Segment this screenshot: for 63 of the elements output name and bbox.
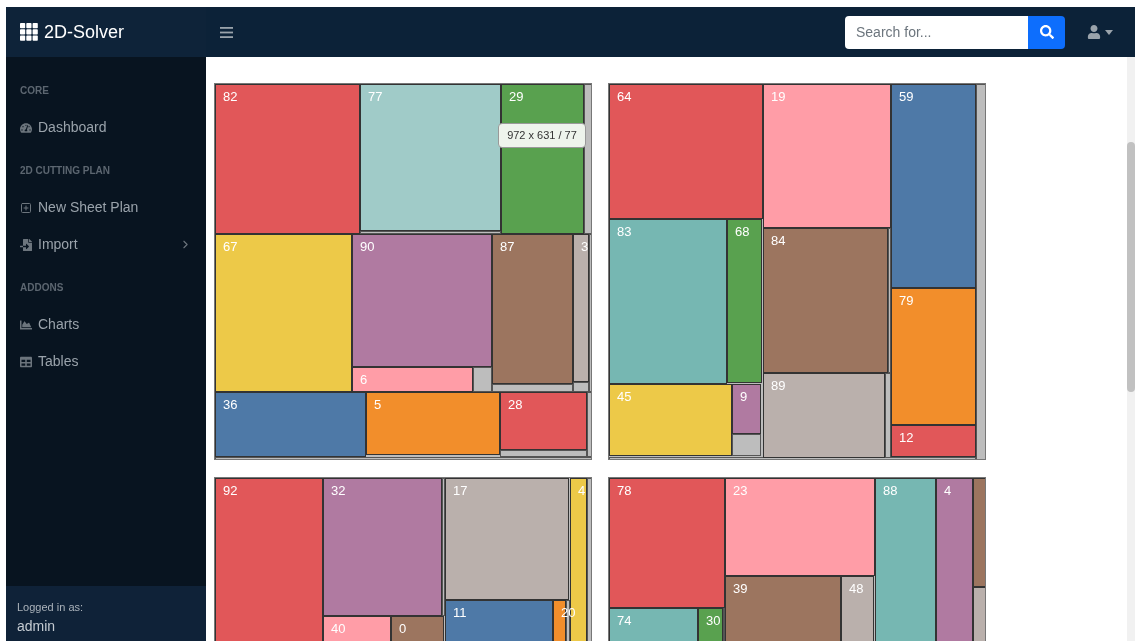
piece-label: 19 bbox=[771, 89, 786, 105]
piece-label: 17 bbox=[453, 483, 468, 499]
piece-label: 29 bbox=[509, 89, 524, 105]
piece-label: 77 bbox=[368, 89, 383, 105]
piece-label: 82 bbox=[223, 89, 238, 105]
piece-label: 0 bbox=[399, 621, 407, 637]
search-field[interactable]: Search for... bbox=[845, 15, 1028, 49]
piece-label: 89 bbox=[771, 378, 786, 394]
sidebar-heading: ADDONS bbox=[19, 281, 65, 295]
sidebar-heading: CORE bbox=[19, 84, 50, 98]
piece-label: 39 bbox=[733, 581, 748, 597]
piece-label: 6 bbox=[360, 372, 368, 388]
piece-label: 64 bbox=[617, 89, 632, 105]
piece-label: 3 bbox=[581, 239, 589, 255]
user-icon bbox=[1087, 25, 1101, 39]
plus-square-icon bbox=[20, 201, 32, 214]
piece-label: 11 bbox=[453, 605, 467, 621]
piece-label: 78 bbox=[617, 483, 632, 499]
sidebar-label: New Sheet Plan bbox=[38, 198, 139, 217]
piece-label: 68 bbox=[735, 224, 750, 240]
piece-label: 90 bbox=[360, 239, 375, 255]
user-name: admin bbox=[17, 616, 57, 636]
piece-label: 9 bbox=[740, 389, 748, 405]
sidebar-item[interactable]: Dashboard bbox=[6, 106, 206, 149]
sidebar-label: Tables bbox=[38, 352, 79, 371]
area-chart-icon bbox=[20, 318, 32, 331]
piece-label: 74 bbox=[617, 613, 632, 629]
sidebar-label: Import bbox=[38, 235, 78, 254]
user-menu-button[interactable] bbox=[1087, 25, 1113, 39]
grid-icon bbox=[20, 23, 38, 41]
sidebar-heading: 2D CUTTING PLAN bbox=[19, 164, 111, 178]
scrollbar[interactable] bbox=[1127, 57, 1135, 641]
piece-label: 5 bbox=[374, 397, 382, 413]
piece-label: 92 bbox=[223, 483, 238, 499]
file-icon bbox=[20, 238, 32, 251]
piece-label: 67 bbox=[223, 239, 238, 255]
piece-label: 48 bbox=[849, 581, 864, 597]
caret-icon bbox=[1105, 29, 1113, 35]
piece-label: 84 bbox=[771, 233, 786, 249]
piece-label: 12 bbox=[899, 430, 914, 446]
gauge-icon bbox=[20, 121, 32, 134]
piece-label: 87 bbox=[500, 239, 515, 255]
piece-label: 30 bbox=[706, 613, 721, 629]
search-button[interactable] bbox=[1028, 15, 1065, 49]
sidebar-label: Charts bbox=[38, 315, 80, 334]
footer-label: Logged in as: bbox=[17, 600, 85, 615]
piece-label: 45 bbox=[617, 389, 632, 405]
sidebar-label: Dashboard bbox=[38, 118, 107, 137]
piece-label: 36 bbox=[223, 397, 238, 413]
piece-label: 28 bbox=[508, 397, 523, 413]
table-icon bbox=[20, 355, 32, 368]
piece-label: 32 bbox=[331, 483, 346, 499]
piece-label: 79 bbox=[899, 293, 914, 309]
search-icon bbox=[1039, 25, 1054, 39]
piece-label: 4 bbox=[578, 483, 586, 499]
brand-title[interactable]: 2D-Solver bbox=[44, 18, 125, 46]
piece-label: 88 bbox=[883, 483, 898, 499]
tooltip: 972 x 631 / 77 bbox=[498, 123, 586, 148]
piece-label: 40 bbox=[331, 621, 346, 637]
piece-label: 83 bbox=[617, 224, 632, 240]
piece-label: 59 bbox=[899, 89, 914, 105]
piece-label: 4 bbox=[944, 483, 952, 499]
piece-label: 23 bbox=[733, 483, 748, 499]
